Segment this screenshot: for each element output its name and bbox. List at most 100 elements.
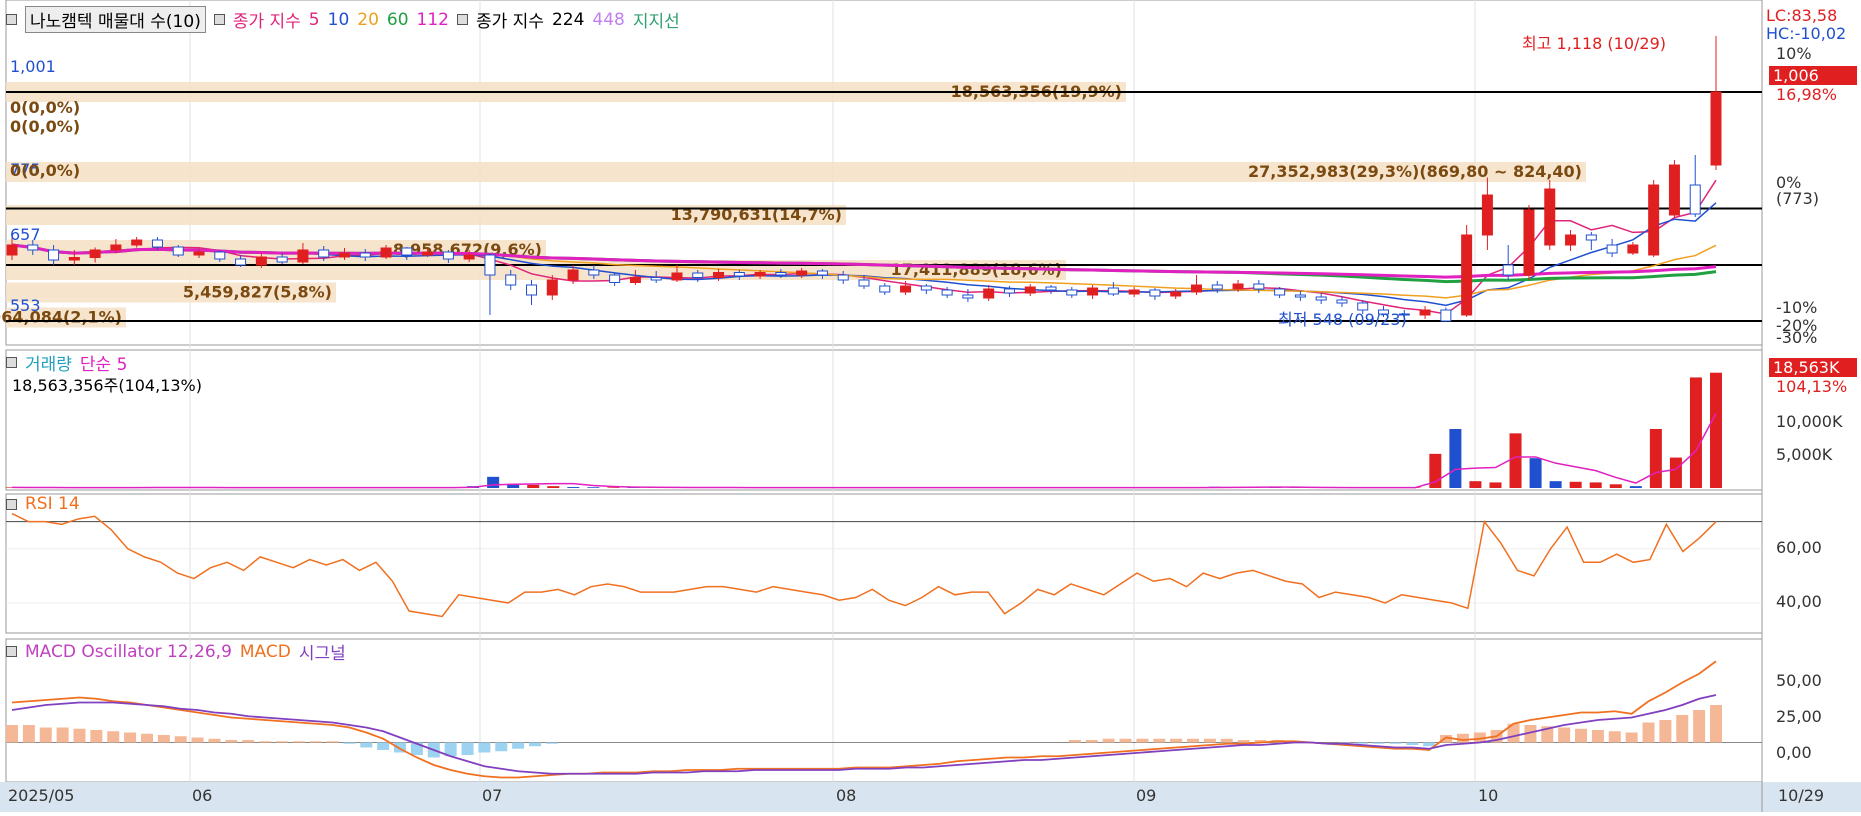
volume-bar xyxy=(1570,482,1582,488)
zero-profile-1: 0(0,0%) xyxy=(6,98,84,117)
candle-body xyxy=(49,250,59,260)
volume-bar xyxy=(1590,482,1602,488)
volume-tick-10000: 10,000K xyxy=(1772,412,1846,431)
macd-histogram-bar xyxy=(6,725,18,743)
candle-body xyxy=(1191,285,1201,292)
volume-bar xyxy=(1670,458,1682,488)
candle-body xyxy=(672,273,682,280)
ma2-icon[interactable] xyxy=(457,14,468,25)
x-label-07: 07 xyxy=(478,786,506,805)
candle-body xyxy=(984,289,994,298)
macd-histogram-bar xyxy=(1086,740,1098,743)
candle-body xyxy=(111,245,121,250)
candle-body xyxy=(339,253,349,257)
candle-body xyxy=(734,273,744,277)
macd-histogram-bar xyxy=(1575,729,1587,743)
macd-histogram-bar xyxy=(1693,710,1705,743)
macd-histogram-bar xyxy=(1069,740,1081,743)
candle-body xyxy=(7,245,17,255)
macd-histogram-bar xyxy=(1356,743,1368,744)
macd-histogram-bar xyxy=(192,738,204,743)
macd-histogram-bar xyxy=(1389,743,1401,744)
macd-histogram-bar xyxy=(529,743,541,747)
macd-histogram-bar xyxy=(495,743,507,752)
candle-body xyxy=(28,245,38,250)
candle-body xyxy=(173,247,183,255)
x-axis-band xyxy=(0,782,1861,812)
pct-10: 10% xyxy=(1772,44,1816,63)
candle-body xyxy=(1503,265,1513,275)
rsi-tick-60: 60,00 xyxy=(1772,538,1826,557)
x-label-09: 09 xyxy=(1132,786,1160,805)
current-price-tag: 1,006 xyxy=(1769,66,1857,85)
stock-chart: 18,563,356(19,9%)27,352,983(29,3%)(869,8… xyxy=(0,0,1861,812)
candle-body xyxy=(277,257,287,262)
candle-body xyxy=(1150,290,1160,296)
candle-body xyxy=(838,275,848,280)
macd-title: MACD Oscillator 12,26,9 xyxy=(25,642,232,662)
zero-value: (773) xyxy=(1772,189,1823,208)
candle-body xyxy=(901,286,911,292)
candle-body xyxy=(381,248,391,257)
candle-body xyxy=(1067,290,1077,295)
candle-body xyxy=(256,257,266,265)
candle-body xyxy=(464,255,474,259)
candle-body xyxy=(693,273,703,278)
low-annotation: 최저 548 (09/23) xyxy=(1274,306,1411,330)
candle-body xyxy=(921,286,931,290)
macd-histogram-bar xyxy=(512,743,524,749)
macd-histogram-bar xyxy=(259,741,271,742)
volume-bar xyxy=(1449,429,1461,488)
volume-tick-5000: 5,000K xyxy=(1772,445,1836,464)
candle-body xyxy=(298,250,308,262)
macd-settings-icon[interactable] xyxy=(6,646,17,657)
ma-period-112: 112 xyxy=(417,10,449,30)
macd-histogram-bar xyxy=(1592,730,1604,743)
chart-canvas: 18,563,356(19,9%)27,352,983(29,3%)(869,8… xyxy=(0,0,1861,812)
macd-histogram-bar xyxy=(1153,739,1165,743)
volume-bar xyxy=(1469,481,1481,488)
candle-body xyxy=(215,252,225,259)
macd-histogram-bar xyxy=(478,743,490,753)
macd-histogram-bar xyxy=(276,741,288,742)
pct-neg30: -30% xyxy=(1772,328,1821,347)
macd-histogram-bar xyxy=(124,733,136,743)
candle-body xyxy=(506,275,516,285)
candle-body xyxy=(1566,235,1576,245)
ma-period-60: 60 xyxy=(387,10,409,30)
candle-body xyxy=(1212,285,1222,289)
support-label: 지지선 xyxy=(633,7,680,32)
macd-histogram-bar xyxy=(546,743,558,744)
macd-line-label: MACD xyxy=(240,642,291,662)
macd-histogram-bar xyxy=(1204,739,1216,743)
volume-settings-icon[interactable] xyxy=(6,357,17,368)
price-legend: 나노캠텍 매물대 수(10) 종가 지수 5 10 20 60 112 종가 지… xyxy=(6,6,680,33)
candle-body xyxy=(69,258,79,261)
macd-histogram-bar xyxy=(1457,734,1469,743)
ma-icon[interactable] xyxy=(214,14,225,25)
hc-label: HC:-10,02 xyxy=(1762,24,1850,43)
ma2-period-224: 224 xyxy=(552,10,584,30)
candle-body xyxy=(963,295,973,298)
macd-histogram-bar xyxy=(360,743,372,748)
zero-profile-3: 0(0,0%) xyxy=(6,161,84,180)
lc-label: LC:83,58 xyxy=(1762,6,1841,25)
rsi-settings-icon[interactable] xyxy=(6,499,17,510)
candle-body xyxy=(1711,92,1721,165)
ma-period-5: 5 xyxy=(309,10,320,30)
candle-body xyxy=(132,240,142,245)
macd-tick-25: 25,00 xyxy=(1772,707,1826,726)
volume-bar xyxy=(1489,482,1501,488)
candle-body xyxy=(776,273,786,276)
rsi-legend: RSI 14 xyxy=(6,494,80,514)
candle-body xyxy=(1669,165,1679,215)
ma-label: 종가 지수 xyxy=(233,7,301,32)
ma-period-20: 20 xyxy=(357,10,379,30)
candle-body xyxy=(1586,235,1596,240)
macd-histogram-bar xyxy=(1136,739,1148,743)
stock-title[interactable]: 나노캠텍 매물대 수(10) xyxy=(25,6,206,33)
candle-body xyxy=(1628,245,1638,253)
candle-body xyxy=(360,253,370,257)
settings-icon[interactable] xyxy=(6,14,17,25)
candle-body xyxy=(1108,288,1118,294)
